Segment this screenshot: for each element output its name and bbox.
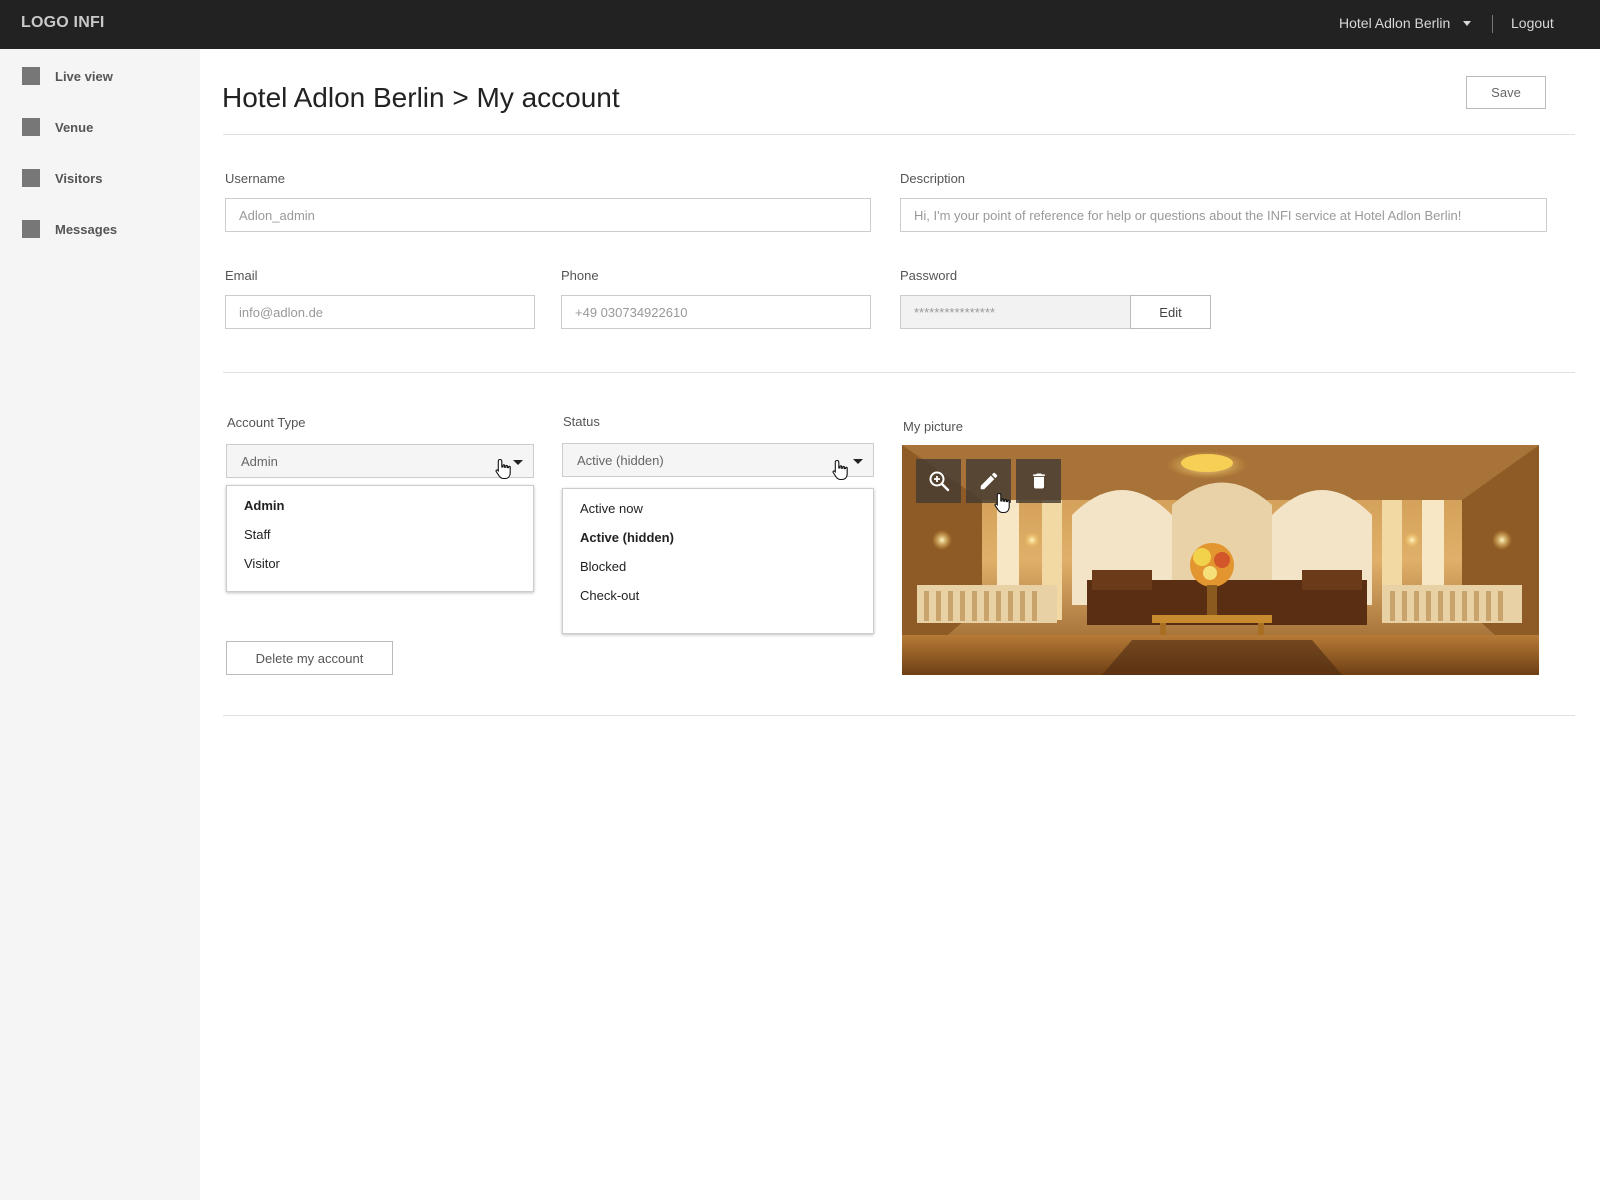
phone-input[interactable]: +49 030734922610 [561, 295, 871, 329]
caret-down-icon [1463, 20, 1472, 26]
sidebar-item-visitors[interactable]: Visitors [22, 169, 102, 187]
caret-down-icon [853, 459, 863, 464]
delete-account-button[interactable]: Delete my account [226, 641, 393, 675]
messages-icon [22, 220, 40, 238]
description-input[interactable]: Hi, I'm your point of reference for help… [900, 198, 1547, 232]
hand-cursor-icon [832, 459, 848, 481]
pencil-icon [980, 472, 997, 490]
status-menu: Active now Active (hidden) Blocked Check… [562, 488, 874, 634]
zoom-in-button[interactable] [916, 459, 961, 503]
delete-picture-button[interactable] [1016, 459, 1061, 503]
save-button[interactable]: Save [1466, 76, 1546, 109]
status-selected: Active (hidden) [577, 452, 664, 468]
account-type-selected: Admin [241, 453, 278, 469]
account-type-option-admin[interactable]: Admin [244, 498, 284, 513]
phone-label: Phone [561, 268, 599, 283]
status-option-check-out[interactable]: Check-out [580, 588, 639, 603]
account-type-select[interactable]: Admin [226, 444, 534, 478]
account-type-option-visitor[interactable]: Visitor [244, 556, 280, 571]
venue-selector[interactable]: Hotel Adlon Berlin [1339, 15, 1472, 31]
sidebar-item-label: Visitors [55, 170, 103, 186]
profile-picture [902, 445, 1539, 675]
hand-cursor-icon [994, 492, 1010, 514]
sidebar-item-messages[interactable]: Messages [22, 220, 117, 238]
account-type-menu: Admin Staff Visitor [226, 485, 534, 592]
logo: LOGO INFI [21, 14, 105, 31]
username-label: Username [225, 171, 285, 186]
top-bar: LOGO INFI Hotel Adlon Berlin Logout [0, 0, 1600, 49]
description-label: Description [900, 171, 966, 186]
trash-icon [1032, 473, 1045, 489]
sidebar-item-venue[interactable]: Venue [22, 118, 93, 136]
logout-link[interactable]: Logout [1511, 15, 1554, 31]
account-type-label: Account Type [227, 415, 306, 430]
divider [223, 715, 1575, 716]
page-title: Hotel Adlon Berlin > My account [222, 82, 620, 113]
edit-password-button[interactable]: Edit [1130, 295, 1211, 329]
email-input[interactable]: info@adlon.de [225, 295, 535, 329]
sidebar-item-label: Messages [55, 221, 118, 237]
sidebar-item-label: Venue [55, 119, 94, 135]
sidebar: Live view Venue Visitors Messages [0, 49, 200, 1200]
hand-cursor-icon [495, 458, 511, 480]
caret-down-icon [513, 460, 523, 465]
sidebar-item-live-view[interactable]: Live view [22, 67, 113, 85]
divider [223, 372, 1575, 373]
email-label: Email [225, 268, 258, 283]
password-input: **************** [900, 295, 1131, 329]
live-view-icon [22, 67, 40, 85]
status-select[interactable]: Active (hidden) [562, 443, 874, 477]
password-label: Password [900, 268, 958, 283]
venue-selector-label: Hotel Adlon Berlin [1339, 15, 1451, 31]
status-option-blocked[interactable]: Blocked [580, 559, 626, 574]
visitors-icon [22, 169, 40, 187]
venue-icon [22, 118, 40, 136]
zoom-in-icon [929, 471, 949, 492]
divider [223, 134, 1575, 135]
account-type-option-staff[interactable]: Staff [244, 527, 271, 542]
divider [1492, 15, 1493, 33]
my-picture-label: My picture [903, 419, 963, 434]
username-input[interactable]: Adlon_admin [225, 198, 871, 232]
sidebar-item-label: Live view [55, 68, 113, 84]
picture-toolbar [916, 459, 1061, 503]
status-option-active-hidden[interactable]: Active (hidden) [580, 530, 674, 545]
status-label: Status [563, 414, 600, 429]
status-option-active-now[interactable]: Active now [580, 501, 643, 516]
